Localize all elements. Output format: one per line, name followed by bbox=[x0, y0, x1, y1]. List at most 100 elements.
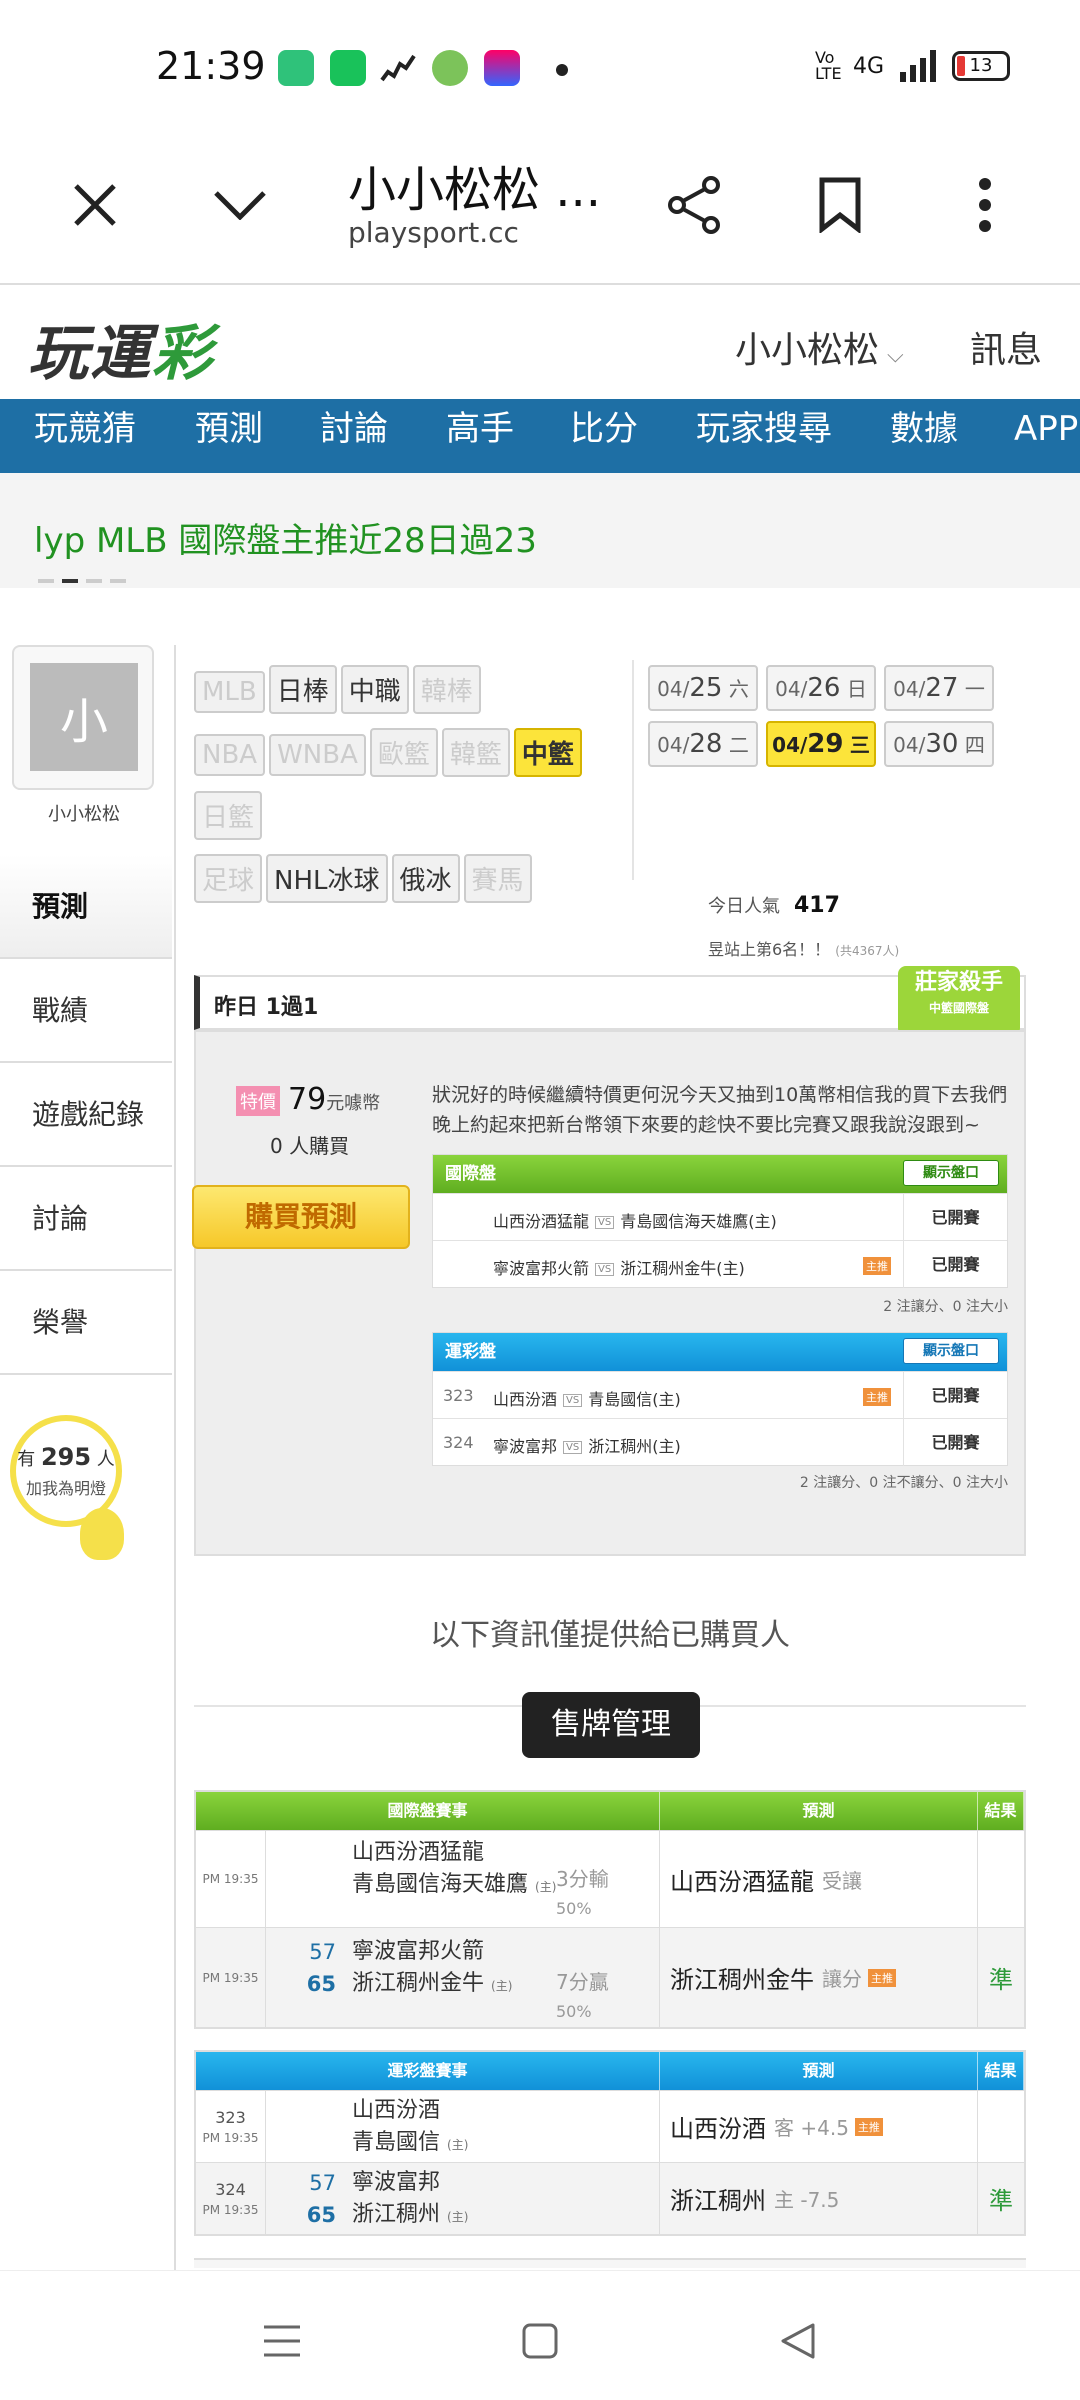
game-number: 323 bbox=[443, 1386, 474, 1405]
league-korea-basketball[interactable]: 韓籃 bbox=[441, 728, 510, 777]
more-button[interactable] bbox=[940, 160, 1030, 250]
team-away: 寧波富邦火箭 bbox=[493, 1259, 590, 1278]
lottery-games-table: 運彩盤賽事 預測 結果 323 PM 19:35 山西汾酒 青島國信 (主) 山西汾… bbox=[194, 2050, 1026, 2236]
browser-toolbar: 小小松松 ... playsport.cc bbox=[0, 130, 1080, 285]
nav-item-experts[interactable]: 高手 bbox=[446, 399, 514, 459]
content-edge bbox=[194, 2258, 1026, 2268]
home-button[interactable] bbox=[510, 2311, 570, 2371]
user-dropdown[interactable]: 小小松松 ⌵ bbox=[735, 321, 904, 373]
score-away: 57 bbox=[309, 2171, 336, 2195]
sell-management-button[interactable]: 售牌管理 bbox=[522, 1692, 700, 1758]
messages-link[interactable]: 訊息 bbox=[970, 321, 1042, 373]
game-match: 山西汾酒猛龍 青島國信海天雄鷹 (主) 3分輸 50% bbox=[266, 1831, 660, 1927]
team-home: 青島國信(主) bbox=[588, 1390, 681, 1409]
menu-item-honors[interactable]: 榮譽 bbox=[0, 1271, 172, 1375]
menu-item-game-log[interactable]: 遊戲紀錄 bbox=[0, 1063, 172, 1167]
team-home-line: 青島國信海天雄鷹 (主) bbox=[352, 1869, 556, 1903]
team-home-line: 浙江稠州金牛 (主) bbox=[352, 1968, 512, 2002]
nav-item-data[interactable]: 數據 bbox=[890, 399, 958, 459]
battery-level: 13 bbox=[969, 55, 993, 76]
site-logo[interactable]: 玩運彩 bbox=[28, 305, 214, 392]
date-weekday: 三 bbox=[849, 733, 870, 757]
league-cba[interactable]: 中籃 bbox=[513, 728, 582, 777]
league-nhl[interactable]: NHL冰球 bbox=[266, 854, 388, 903]
signal-icon bbox=[900, 50, 936, 82]
home-marker: (主) bbox=[491, 1979, 513, 1993]
buy-prediction-button[interactable]: 購買預測 bbox=[192, 1185, 410, 1249]
volte-icon: Vo LTE bbox=[814, 48, 842, 83]
carousel-dot[interactable] bbox=[110, 579, 126, 583]
game-prediction: 浙江稠州主 -7.5 bbox=[660, 2163, 978, 2234]
nav-item-scores[interactable]: 比分 bbox=[570, 399, 638, 459]
league-nba[interactable]: NBA bbox=[194, 734, 266, 776]
date-0429[interactable]: 04/29 三 bbox=[766, 721, 876, 767]
page-url[interactable]: playsport.cc bbox=[348, 216, 519, 249]
back-button[interactable] bbox=[768, 2311, 828, 2371]
league-japan-basketball[interactable]: 日籃 bbox=[194, 791, 263, 840]
collapse-button[interactable] bbox=[195, 160, 285, 250]
game-scores: 57 65 bbox=[306, 2167, 336, 2231]
date-0428[interactable]: 04/28 二 bbox=[648, 721, 758, 767]
close-button[interactable] bbox=[50, 160, 140, 250]
recent-apps-button[interactable] bbox=[252, 2311, 312, 2371]
lottery-odds-title: 運彩盤 bbox=[445, 1342, 496, 1362]
date-0430[interactable]: 04/30 四 bbox=[884, 721, 994, 767]
menu-item-discussion[interactable]: 討論 bbox=[0, 1167, 172, 1271]
carousel-dot[interactable] bbox=[38, 579, 54, 583]
league-soccer[interactable]: 足球 bbox=[194, 854, 263, 903]
popularity-value: 417 bbox=[794, 893, 840, 918]
team-home: 青島國信海天雄鷹 bbox=[352, 1872, 529, 1897]
vs-icon: VS bbox=[563, 1394, 583, 1407]
league-euro-basketball[interactable]: 歐籃 bbox=[369, 728, 438, 777]
date-weekday: 六 bbox=[728, 677, 749, 701]
carousel-dot-active[interactable] bbox=[62, 579, 78, 583]
rank-total: (共4367人) bbox=[835, 944, 900, 958]
menu-item-predictions[interactable]: 預測 bbox=[0, 855, 172, 959]
date-day: 26 bbox=[807, 673, 841, 703]
match-teams: 寧波富邦 VS 浙江稠州(主) bbox=[493, 1433, 681, 1457]
nav-item-search[interactable]: 玩家搜尋 bbox=[696, 399, 832, 459]
battery-icon: 13 bbox=[952, 51, 1010, 81]
badge-sub: 中籃國際盤 bbox=[928, 1001, 989, 1015]
battery-saver-icon bbox=[278, 50, 314, 86]
share-button[interactable] bbox=[650, 160, 740, 250]
home-square-icon bbox=[522, 2323, 558, 2359]
nav-item-discuss[interactable]: 討論 bbox=[320, 399, 388, 459]
league-npb[interactable]: 日棒 bbox=[268, 665, 337, 714]
league-mlb[interactable]: MLB bbox=[194, 671, 265, 713]
league-wnba[interactable]: WNBA bbox=[269, 734, 366, 776]
show-odds-button[interactable]: 顯示盤口 bbox=[903, 1160, 999, 1186]
show-odds-button[interactable]: 顯示盤口 bbox=[903, 1338, 999, 1364]
nav-item-app[interactable]: APP bbox=[1014, 399, 1078, 459]
avatar[interactable]: 小 bbox=[30, 663, 138, 771]
league-cpbl[interactable]: 中職 bbox=[340, 665, 409, 714]
date-0426[interactable]: 04/26 日 bbox=[766, 665, 876, 711]
menu-item-record[interactable]: 戰績 bbox=[0, 959, 172, 1063]
close-icon bbox=[74, 184, 116, 226]
table-row: 323 PM 19:35 山西汾酒 青島國信 (主) 山西汾酒客 +4.5 主推 bbox=[196, 2090, 1024, 2162]
vs-icon: VS bbox=[563, 1441, 583, 1454]
league-khl[interactable]: 俄冰 bbox=[391, 854, 460, 903]
popularity: 今日人氣 417 bbox=[708, 892, 840, 918]
score-away: 57 bbox=[309, 1940, 336, 1964]
game-time: PM 19:35 bbox=[202, 2131, 259, 2145]
carousel-dot[interactable] bbox=[86, 579, 102, 583]
date-0427[interactable]: 04/27 一 bbox=[884, 665, 994, 711]
match-teams: 山西汾酒 VS 青島國信(主) bbox=[493, 1386, 681, 1410]
badge-title: 莊家殺手 bbox=[914, 970, 1003, 995]
date-0425[interactable]: 04/25 六 bbox=[648, 665, 758, 711]
nav-item-predict[interactable]: 預測 bbox=[195, 399, 263, 459]
table-row: 324 寧波富邦 VS 浙江稠州(主) 已開賽 bbox=[433, 1418, 1007, 1466]
date-selector: 04/25 六 04/26 日 04/27 一 04/28 二 04/29 三 04/3… bbox=[648, 665, 1048, 777]
league-horse-racing[interactable]: 賽馬 bbox=[463, 854, 532, 903]
fans-count-line: 有 295 人 bbox=[16, 1443, 116, 1471]
result-percent: 50% bbox=[556, 2002, 592, 2021]
bookmark-button[interactable] bbox=[795, 160, 885, 250]
ticker-text[interactable]: lyp MLB 國際盤主推近28日過23 bbox=[34, 513, 537, 562]
bookmark-icon bbox=[819, 177, 861, 233]
status-bar: 21:39 Vo LTE 4G 13 bbox=[0, 0, 1080, 130]
nav-item-guess[interactable]: 玩競猜 bbox=[34, 399, 136, 459]
league-kbo[interactable]: 韓棒 bbox=[412, 665, 481, 714]
featured-pick-badge: 主推 bbox=[868, 1968, 896, 1987]
lottery-odds-table: 運彩盤 顯示盤口 323 山西汾酒 VS 青島國信(主) 主推 已開賽 324 寧波富… bbox=[432, 1332, 1008, 1466]
